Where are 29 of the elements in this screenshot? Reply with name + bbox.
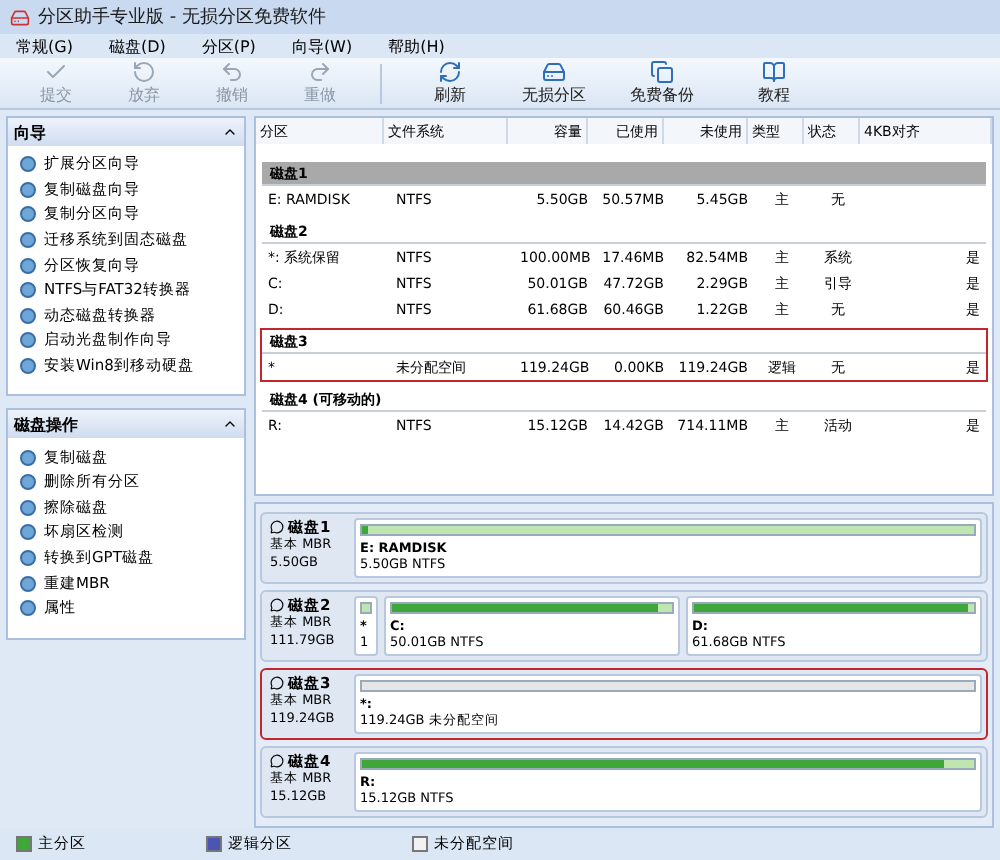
speech-bubble-icon bbox=[270, 598, 284, 612]
menu-item[interactable]: 向导(W) bbox=[291, 35, 353, 57]
toolbar-button[interactable]: 无损分区 bbox=[506, 60, 602, 106]
toolbar-button[interactable]: 刷新 bbox=[402, 60, 498, 106]
collapse-icon[interactable] bbox=[222, 124, 238, 140]
book-icon bbox=[762, 60, 786, 84]
toolbar-button[interactable]: 教程 bbox=[722, 60, 826, 106]
hard-drive-icon bbox=[542, 60, 566, 84]
circular-arrow-icon bbox=[132, 60, 156, 84]
menu-item[interactable]: 分区(P) bbox=[201, 35, 256, 57]
menu-item[interactable]: 帮助(H) bbox=[388, 35, 445, 57]
redo-icon bbox=[308, 60, 332, 84]
legend-swatch bbox=[16, 836, 32, 852]
undo-icon bbox=[220, 60, 244, 84]
check-icon bbox=[44, 60, 68, 84]
legend-swatch bbox=[206, 836, 222, 852]
app-icon bbox=[10, 7, 30, 27]
window-title: 分区助手专业版 - 无损分区免费软件 bbox=[38, 5, 326, 30]
menu-item[interactable]: 常规(G) bbox=[16, 35, 73, 57]
refresh-icon bbox=[438, 60, 462, 84]
legend-swatch bbox=[412, 836, 428, 852]
speech-bubble-icon bbox=[270, 676, 284, 690]
panel-title: 向导 bbox=[14, 121, 46, 143]
toolbar-button[interactable]: 免费备份 bbox=[610, 60, 714, 106]
copy-icon bbox=[650, 60, 674, 84]
menu-item[interactable]: 磁盘(D) bbox=[108, 35, 166, 57]
panel-title: 磁盘操作 bbox=[14, 413, 78, 436]
speech-bubble-icon bbox=[270, 754, 284, 768]
speech-bubble-icon bbox=[270, 520, 284, 534]
